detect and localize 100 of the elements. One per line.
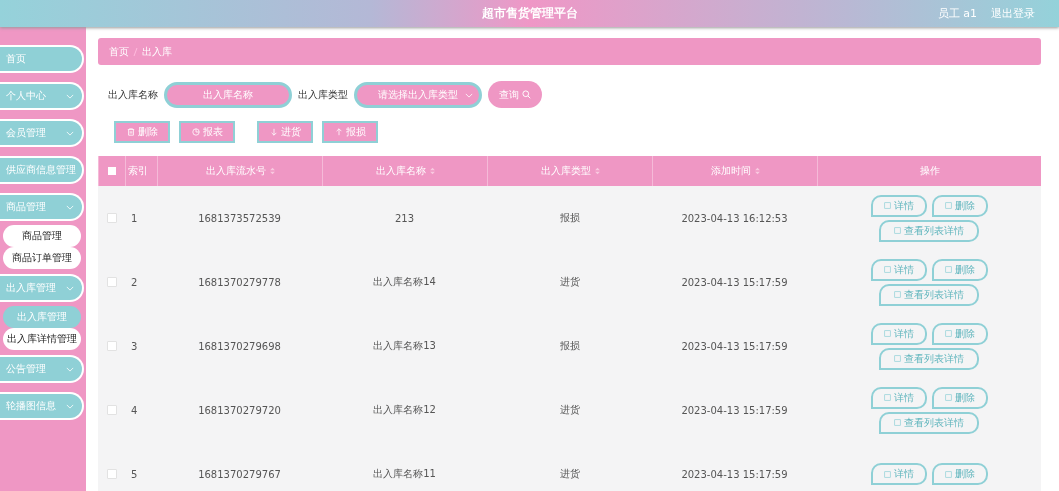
menu-item[interactable]: 个人中心 — [0, 82, 84, 110]
square-icon — [944, 470, 952, 478]
square-icon — [883, 394, 891, 401]
action-button[interactable]: 查看列表详情 — [879, 283, 979, 306]
delete-button[interactable]: 删除 — [114, 121, 170, 143]
table-cell: 进货 — [559, 467, 580, 481]
table-cell: 1 — [131, 212, 138, 224]
submenu-item[interactable]: 商品订单管理 — [3, 247, 81, 269]
chevron-icon — [66, 130, 74, 136]
menu-item[interactable]: 轮播图信息 — [0, 392, 84, 420]
menu-item[interactable]: 商品管理 — [0, 193, 84, 221]
up-button[interactable]: 报损 — [322, 121, 378, 143]
row-checkbox[interactable] — [106, 341, 117, 351]
chevron-icon — [66, 93, 74, 99]
table-cell: 进货 — [559, 403, 580, 417]
table-cell: 5 — [131, 468, 138, 480]
square-icon — [883, 266, 891, 273]
table-cell: 进货 — [559, 275, 580, 289]
square-icon — [944, 202, 952, 209]
chevron-icon — [66, 204, 74, 210]
submenu-item[interactable]: 商品管理 — [3, 225, 81, 247]
square-icon — [894, 355, 901, 362]
table-cell: 出入库名称11 — [373, 467, 436, 481]
sort-icon — [429, 167, 435, 175]
row-checkbox[interactable] — [106, 277, 117, 287]
select-field[interactable]: 请选择出入库类型 — [354, 81, 482, 108]
square-icon — [944, 394, 952, 401]
table-cell: 出入库名称12 — [373, 403, 436, 417]
square-icon — [894, 291, 901, 298]
select-all-checkbox[interactable] — [108, 167, 116, 175]
table-cell: 1681370279698 — [198, 340, 281, 352]
menu-item[interactable]: 供应商信息管理 — [0, 156, 84, 184]
input-field[interactable]: 出入库名称 — [164, 81, 292, 108]
table-cell: 2023-04-13 15:17:59 — [681, 340, 788, 352]
action-button[interactable]: 详情 — [870, 194, 927, 217]
field-label: 出入库类型 — [298, 87, 348, 102]
action-button[interactable]: 详情 — [870, 322, 927, 345]
table-cell: 2023-04-13 15:17:59 — [681, 404, 788, 416]
menu-item[interactable]: 公告管理 — [0, 355, 84, 383]
breadcrumb-item[interactable]: 出入库 — [142, 44, 172, 59]
table-cell: 1681370279767 — [198, 468, 281, 480]
menu-item[interactable]: 会员管理 — [0, 119, 84, 147]
row-checkbox[interactable] — [106, 469, 117, 479]
breadcrumb-item[interactable]: 首页 — [109, 44, 129, 59]
search-button[interactable]: 查询 — [488, 81, 542, 108]
table-cell: 2023-04-13 16:12:53 — [681, 212, 788, 224]
chevron-icon — [465, 92, 473, 98]
square-icon — [894, 419, 901, 426]
table-cell: 2023-04-13 15:17:59 — [681, 468, 788, 480]
action-button[interactable]: 删除 — [931, 194, 988, 217]
table-cell: 2 — [131, 276, 138, 288]
logout-link[interactable]: 退出登录 — [991, 6, 1035, 21]
square-icon — [883, 202, 891, 209]
down-button[interactable]: 进货 — [257, 121, 313, 143]
sort-icon — [594, 167, 600, 175]
square-icon — [944, 266, 952, 273]
user-name: 员工 a1 — [937, 6, 977, 21]
table-cell: 报损 — [559, 211, 580, 225]
arrow-up-icon — [334, 128, 343, 136]
pie-chart-icon — [191, 128, 200, 136]
table-cell: 报损 — [559, 339, 580, 353]
table-cell: 1681370279720 — [198, 404, 281, 416]
row-checkbox[interactable] — [106, 213, 117, 223]
table-cell: 213 — [394, 212, 415, 224]
submenu-item[interactable]: 出入库管理 — [3, 306, 81, 328]
sort-icon — [754, 167, 760, 175]
action-button[interactable]: 删除 — [931, 258, 988, 281]
table-cell: 出入库名称13 — [373, 339, 436, 353]
action-button[interactable]: 删除 — [931, 463, 988, 485]
search-icon — [522, 90, 531, 99]
chart-button[interactable]: 报表 — [179, 121, 235, 143]
action-button[interactable]: 详情 — [870, 463, 927, 485]
square-icon — [883, 330, 891, 337]
action-button[interactable]: 查看列表详情 — [879, 219, 979, 242]
action-button[interactable]: 查看列表详情 — [879, 411, 979, 434]
submenu-item[interactable]: 出入库详情管理 — [3, 328, 81, 350]
arrow-down-icon — [269, 128, 278, 136]
row-checkbox[interactable] — [106, 405, 117, 415]
action-button[interactable]: 详情 — [870, 258, 927, 281]
chevron-icon — [66, 285, 74, 291]
table-cell: 出入库名称14 — [373, 275, 436, 289]
app-title: 超市售货管理平台 — [481, 5, 578, 22]
chevron-icon — [66, 366, 74, 372]
table-cell: 1681373572539 — [198, 212, 281, 224]
action-button[interactable]: 删除 — [931, 386, 988, 409]
field-label: 出入库名称 — [108, 87, 158, 102]
square-icon — [883, 470, 891, 478]
chevron-icon — [66, 403, 74, 409]
action-button[interactable]: 删除 — [931, 322, 988, 345]
table-cell: 1681370279778 — [198, 276, 281, 288]
sort-icon — [269, 167, 275, 175]
menu-item[interactable]: 首页 — [0, 45, 84, 73]
action-button[interactable]: 详情 — [870, 386, 927, 409]
table-cell: 4 — [131, 404, 138, 416]
table-cell: 2023-04-13 15:17:59 — [681, 276, 788, 288]
table-cell: 3 — [131, 340, 138, 352]
square-icon — [894, 227, 901, 234]
action-button[interactable]: 查看列表详情 — [879, 347, 979, 370]
menu-item[interactable]: 出入库管理 — [0, 274, 84, 302]
trash-icon — [126, 128, 135, 136]
